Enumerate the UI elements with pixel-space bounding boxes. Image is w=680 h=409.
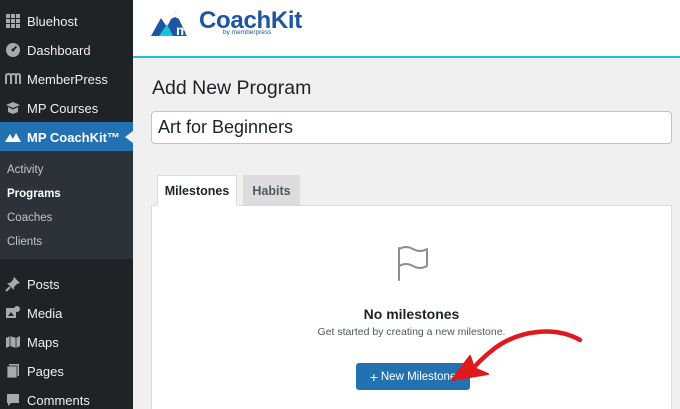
pages-icon: [5, 363, 21, 379]
tab-habits[interactable]: Habits: [243, 175, 300, 206]
sidebar-item-maps[interactable]: Maps: [0, 327, 133, 357]
sidebar-item-label: Bluehost: [27, 13, 78, 29]
sidebar-item-memberpress[interactable]: MemberPress: [0, 64, 133, 94]
comments-icon: [5, 392, 21, 408]
submenu-item-activity[interactable]: Activity: [7, 164, 43, 176]
sidebar-item-label: MP CoachKit™: [27, 129, 120, 145]
sidebar-item-bluehost[interactable]: Bluehost: [0, 6, 133, 36]
grid-icon: [5, 13, 21, 29]
media-icon: [5, 305, 21, 321]
plus-icon: +: [369, 368, 378, 385]
submenu-item-coaches[interactable]: Coaches: [7, 212, 52, 224]
pin-icon: [5, 276, 21, 292]
memberpress-icon: [5, 71, 21, 87]
sidebar-item-label: MP Courses: [27, 100, 99, 116]
sidebar-item-label: Maps: [27, 334, 59, 350]
empty-state-subtitle: Get started by creating a new milestone.: [317, 326, 506, 338]
sidebar-item-label: Posts: [27, 276, 60, 292]
mountain-logo-icon: m: [151, 11, 188, 37]
new-milestone-label: New Milestone: [380, 370, 457, 383]
program-title-input[interactable]: [151, 111, 672, 144]
sidebar-item-label: Pages: [27, 363, 64, 379]
coachkit-header: m CoachKit by memberpress: [133, 0, 680, 58]
sidebar-item-label: Dashboard: [27, 42, 91, 58]
new-milestone-button[interactable]: + New Milestone: [356, 363, 470, 390]
milestones-panel: No milestones Get started by creating a …: [151, 205, 672, 409]
dashboard-icon: [5, 42, 21, 58]
sidebar-item-mp-coachkit[interactable]: MP CoachKit™: [0, 122, 133, 152]
sidebar-item-media[interactable]: Media: [0, 298, 133, 328]
tab-milestones[interactable]: Milestones: [157, 175, 237, 206]
submenu-item-clients[interactable]: Clients: [7, 236, 42, 248]
map-icon: [5, 334, 21, 350]
flag-icon: [398, 246, 428, 281]
sidebar-item-pages[interactable]: Pages: [0, 356, 133, 386]
admin-sidebar: Bluehost Dashboard MemberPress MP Course…: [0, 0, 133, 409]
sidebar-item-mp-courses[interactable]: MP Courses: [0, 93, 133, 123]
svg-text:m: m: [176, 22, 188, 37]
sidebar-item-comments[interactable]: Comments: [0, 385, 133, 409]
sidebar-item-label: Media: [27, 305, 63, 321]
submenu-item-programs[interactable]: Programs: [7, 188, 61, 200]
page-title: Add New Program: [152, 77, 312, 99]
sidebar-item-label: Comments: [27, 392, 90, 408]
sidebar-item-label: MemberPress: [27, 71, 108, 87]
coachkit-icon: [5, 129, 21, 145]
coachkit-submenu: Activity Programs Coaches Clients: [0, 151, 133, 259]
sidebar-item-posts[interactable]: Posts: [0, 269, 133, 299]
logo-subtext: by memberpress: [223, 29, 272, 36]
courses-icon: [5, 100, 21, 116]
empty-state-title: No milestones: [363, 306, 460, 322]
sidebar-item-dashboard[interactable]: Dashboard: [0, 35, 133, 65]
